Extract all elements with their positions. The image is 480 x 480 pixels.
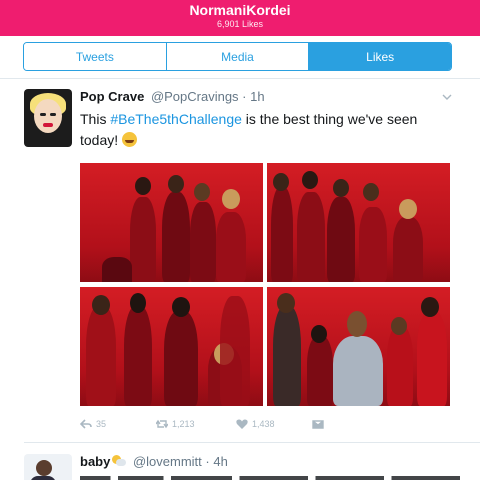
joy-emoji-icon: [122, 132, 138, 147]
display-name[interactable]: baby: [80, 454, 110, 469]
divider: [0, 78, 480, 79]
timestamp[interactable]: 4h: [213, 454, 227, 469]
avatar[interactable]: [24, 89, 72, 147]
handle[interactable]: @PopCravings: [151, 89, 239, 104]
hashtag-link[interactable]: #BeThe5thChallenge: [110, 111, 242, 127]
dm-button[interactable]: [312, 418, 324, 430]
profile-name: NormaniKordei: [189, 2, 291, 18]
avatar[interactable]: [24, 454, 72, 480]
like-count: 1,438: [252, 419, 275, 429]
like-button[interactable]: 1,438: [236, 418, 275, 430]
photo-grid: [80, 163, 451, 406]
likes-count: 6,901 Likes: [216, 19, 264, 29]
tweet-text-cutoff: [80, 472, 460, 480]
tweet-actions: 35 1,213 1,438: [80, 418, 440, 432]
retweet-icon: [156, 419, 168, 429]
tweet-photo[interactable]: [80, 287, 263, 406]
reply-count: 35: [96, 419, 107, 429]
retweet-count: 1,213: [172, 419, 195, 429]
tweet-header: Pop Crave @PopCravings · 1h: [80, 89, 265, 104]
reply-button[interactable]: 35: [80, 418, 106, 430]
reply-icon: [80, 419, 92, 429]
tab-media[interactable]: Media: [165, 43, 309, 70]
retweet-button[interactable]: 1,213: [156, 418, 195, 430]
tweet-text: This #BeThe5thChallenge is the best thin…: [80, 111, 418, 148]
heart-icon: [236, 419, 248, 429]
handle[interactable]: @lovemmitt: [133, 454, 202, 469]
display-name[interactable]: Pop Crave: [80, 89, 144, 104]
timestamp[interactable]: 1h: [250, 89, 264, 104]
tweet-photo[interactable]: [267, 163, 450, 282]
tab-tweets[interactable]: Tweets: [24, 43, 166, 70]
tab-likes[interactable]: Likes: [308, 43, 451, 70]
envelope-icon: [312, 420, 324, 429]
profile-tabs: Tweets Media Likes: [23, 42, 452, 71]
profile-header: NormaniKordei 6,901 Likes: [0, 0, 480, 36]
chevron-down-icon[interactable]: [442, 92, 452, 102]
tweet-photo[interactable]: [80, 163, 263, 282]
tweet-photo[interactable]: [267, 287, 450, 406]
tweet-header: baby @lovemmitt · 4h: [80, 454, 228, 469]
divider: [24, 442, 480, 443]
sun-cloud-emoji-icon: [112, 455, 127, 467]
